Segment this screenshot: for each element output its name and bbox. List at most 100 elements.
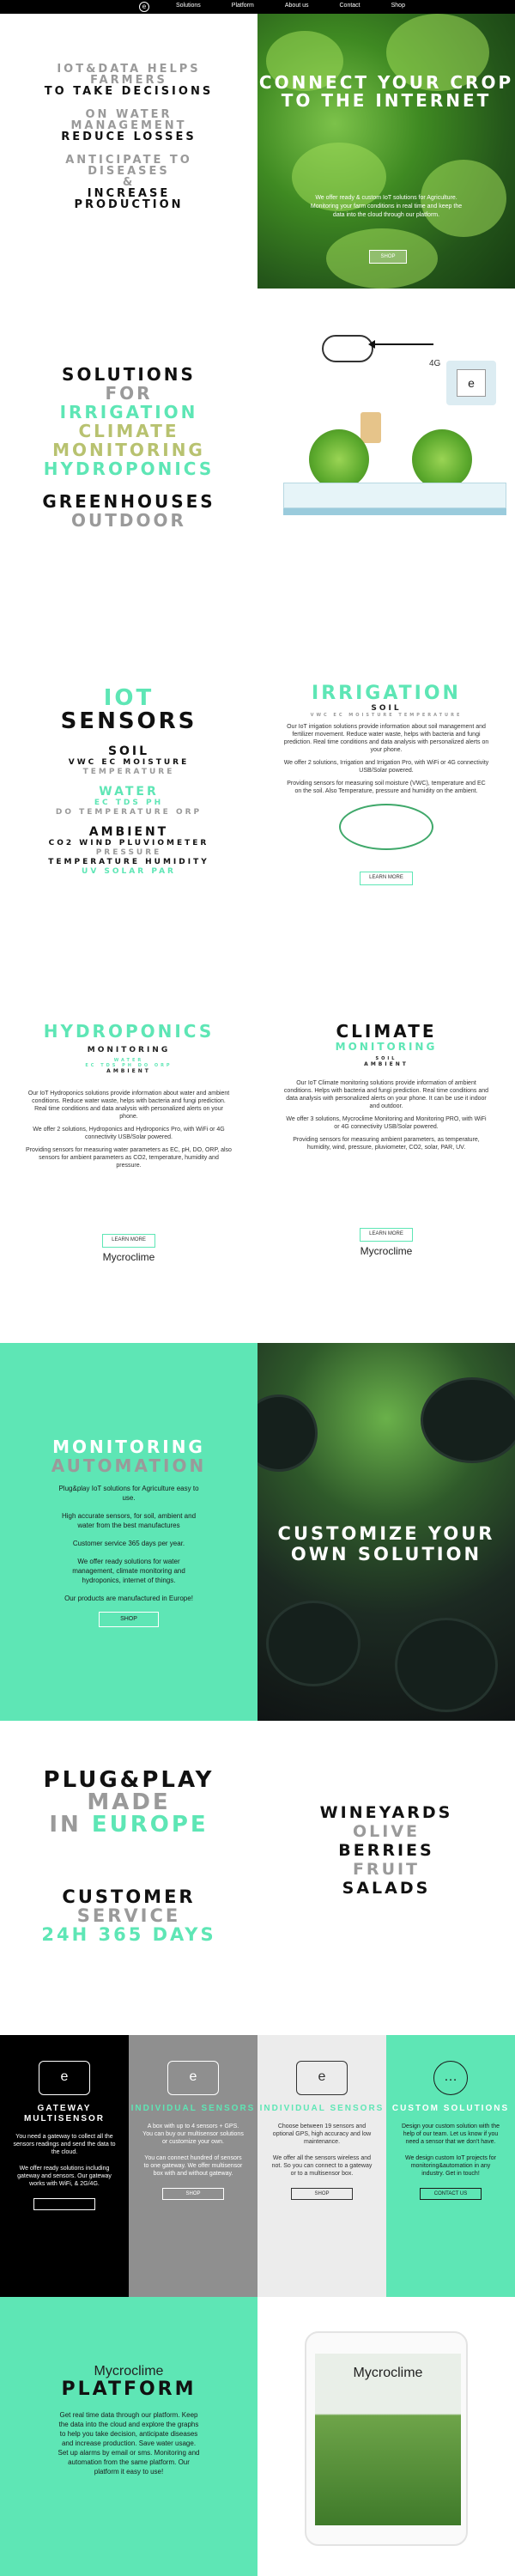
hydroponics-paragraph-3: Providing sensors for measuring water pa… xyxy=(26,1147,232,1169)
solutions-line: FOR xyxy=(105,383,153,404)
nav-link-platform[interactable]: Platform xyxy=(232,3,254,9)
sensor-device-icon xyxy=(360,412,381,443)
feature-text: Plug&play IoT solutions for Agriculture … xyxy=(58,1485,199,1502)
top-nav: e Solutions Platform About us Contact Sh… xyxy=(0,0,515,14)
made-text: MADE xyxy=(87,1789,171,1815)
chat-bubble-icon: … xyxy=(433,2061,468,2095)
hydroponics-paragraph-2: We offer 2 solutions, Hydroponics and Hy… xyxy=(33,1127,225,1140)
nav-link-solutions[interactable]: Solutions xyxy=(176,3,201,9)
card-shop-button[interactable]: SHOP xyxy=(291,2188,353,2200)
sensor-icon: e xyxy=(296,2061,348,2095)
tablet-brand: Mycroclime xyxy=(353,2366,423,2380)
nav-link-shop[interactable]: Shop xyxy=(391,3,405,9)
climate-paragraph-2: We offer 3 solutions, Mycroclime Monitor… xyxy=(286,1116,487,1130)
gateway-device-icon: e xyxy=(446,361,496,405)
crop-item: SALADS xyxy=(342,1879,431,1898)
feature-text: High accurate sensors, for soil, ambient… xyxy=(61,1512,197,1529)
card-text: We offer all the sensors wireless and no… xyxy=(271,2155,373,2177)
solutions-line: IRRIGATION xyxy=(59,402,198,422)
intro-statement: IOT&DATA HELPS FARMERS TO TAKE DECISIONS… xyxy=(0,14,258,289)
crop-item: BERRIES xyxy=(338,1841,434,1860)
tablet-mockup: Mycroclime xyxy=(258,2297,515,2576)
card-text: Choose between 19 sensors and optional G… xyxy=(272,2123,372,2145)
solutions-line: CLIMATE xyxy=(78,421,179,441)
nav-link-contact[interactable]: Contact xyxy=(340,3,360,9)
lettuce-plant-icon xyxy=(412,429,472,489)
card-title: INDIVIDUAL SENSORS xyxy=(130,2104,256,2113)
arrow-icon xyxy=(368,340,433,349)
hydroponics-learn-more-button[interactable]: LEARN MORE xyxy=(102,1234,155,1248)
intro-line: REDUCE LOSSES xyxy=(61,131,197,143)
ambient-variables-3: TEMPERATURE HUMIDITY xyxy=(48,858,209,866)
hydroponics-paragraph-1: Our IoT Hydroponics solutions provide in… xyxy=(27,1091,230,1120)
crop-item: FRUIT xyxy=(352,1860,421,1879)
ambient-heading: AMBIENT xyxy=(88,825,169,839)
monitoring-heading: MONITORING xyxy=(52,1437,205,1457)
hero-description: We offer ready & custom IoT solutions fo… xyxy=(310,195,463,218)
irrigation-learn-more-button[interactable]: LEARN MORE xyxy=(360,872,413,885)
irrigation-paragraph-1: Our IoT irrigation solutions provide inf… xyxy=(283,724,489,753)
tablet-device: Mycroclime xyxy=(305,2331,468,2546)
card-text: Design your custom solution with the hel… xyxy=(402,2123,500,2145)
solutions-line: SOLUTIONS xyxy=(62,364,196,385)
card-button[interactable] xyxy=(33,2198,95,2210)
sensor-cable-image xyxy=(339,804,433,850)
card-individual-sensors-box: e INDIVIDUAL SENSORS A box with up to 4 … xyxy=(129,2035,258,2297)
hydroponics-title: HYDROPONICS xyxy=(43,1021,215,1042)
climate-paragraph-1: Our IoT Climate monitoring solutions pro… xyxy=(283,1080,489,1109)
brand-wordmark: Mycroclime xyxy=(102,1251,155,1263)
climate-title: CLIMATE xyxy=(336,1021,437,1042)
tablet-screen: Mycroclime xyxy=(315,2354,461,2525)
platform-description: Get real time data through our platform.… xyxy=(58,2411,200,2476)
platform-title: PLATFORM xyxy=(61,2379,197,2400)
hydroponics-subtitle: MONITORING xyxy=(87,1046,171,1054)
irrigation-soil-variables: VWC EC MOISTURE TEMPERATURE xyxy=(310,713,463,718)
hydroponic-pipe xyxy=(283,483,506,508)
sensors-title: SENSORS xyxy=(60,708,197,734)
card-shop-button[interactable]: SHOP xyxy=(162,2188,224,2200)
plug-play-text: PLUG&PLAY xyxy=(43,1767,215,1793)
service-text: SERVICE xyxy=(76,1905,181,1926)
climate-paragraph-3: Providing sensors for measuring ambient … xyxy=(293,1137,480,1151)
seedlings-image: CUSTOMIZE YOUR OWN SOLUTION xyxy=(258,1343,515,1721)
brand-logo[interactable]: e xyxy=(139,2,149,12)
crop-item: OLIVE xyxy=(352,1822,420,1841)
card-title: INDIVIDUAL SENSORS xyxy=(259,2104,385,2113)
card-title: CUSTOM SOLUTIONS xyxy=(391,2104,510,2113)
irrigation-paragraph-2: We offer 2 solutions, Irrigation and Irr… xyxy=(283,760,489,774)
hero-lettuce-image: CONNECT YOUR CROP TO THE INTERNET We off… xyxy=(258,14,515,289)
climate-learn-more-button[interactable]: LEARN MORE xyxy=(360,1228,413,1242)
water-variables: EC TDS PH xyxy=(94,799,164,807)
solutions-list: SOLUTIONS FOR IRRIGATION CLIMATE MONITOR… xyxy=(0,365,258,530)
intro-line: PRODUCTION xyxy=(74,198,184,211)
customize-heading: CUSTOMIZE YOUR OWN SOLUTION xyxy=(277,1523,495,1564)
device-logo: e xyxy=(457,369,486,397)
monitoring-automation-panel: MONITORING AUTOMATION Plug&play IoT solu… xyxy=(0,1343,258,1721)
hydroponics-block: HYDROPONICS MONITORING WATER EC TDS PH D… xyxy=(0,1022,258,1263)
sensor-box-icon: e xyxy=(167,2061,219,2095)
shop-button[interactable]: SHOP xyxy=(99,1612,159,1627)
water-heading: WATER xyxy=(99,785,159,799)
water-channel xyxy=(283,508,506,515)
hero-title: CONNECT YOUR CROP TO THE INTERNET xyxy=(258,72,514,111)
crops-list: WINEYARDS OLIVE BERRIES FRUIT SALADS xyxy=(258,1803,515,1898)
card-custom-solutions: … CUSTOM SOLUTIONS Design your custom so… xyxy=(386,2035,515,2297)
europe-text: EUROPE xyxy=(91,1812,209,1838)
4g-label: 4G xyxy=(429,359,441,368)
lettuce-plant-icon xyxy=(309,429,369,489)
iot-sensors-block: IOT SENSORS SOIL VWC EC MOISTURE TEMPERA… xyxy=(0,687,258,877)
card-title: GATEWAY MULTISENSOR xyxy=(23,2104,106,2123)
gateway-icon: e xyxy=(39,2061,90,2095)
nav-link-about[interactable]: About us xyxy=(285,3,309,9)
hero-shop-button[interactable]: SHOP xyxy=(369,250,407,264)
ambient-variables: CO2 WIND PLUVIOMETER xyxy=(48,839,209,848)
contact-us-button[interactable]: CONTACT US xyxy=(420,2188,482,2200)
ambient-variables-2: PRESSURE xyxy=(95,848,162,857)
hydroponics-ambient: AMBIENT xyxy=(106,1068,151,1074)
irrigation-paragraph-3: Providing sensors for measuring soil moi… xyxy=(287,781,486,794)
card-gateway-multisensor: e GATEWAY MULTISENSOR You need a gateway… xyxy=(0,2035,129,2297)
solutions-line: HYDROPONICS xyxy=(43,459,215,479)
feature-text: Our products are manufactured in Europe! xyxy=(64,1595,193,1602)
card-text: You can connect hundred of sensors to on… xyxy=(143,2155,243,2177)
nav-links: Solutions Platform About us Contact Shop xyxy=(176,3,405,9)
